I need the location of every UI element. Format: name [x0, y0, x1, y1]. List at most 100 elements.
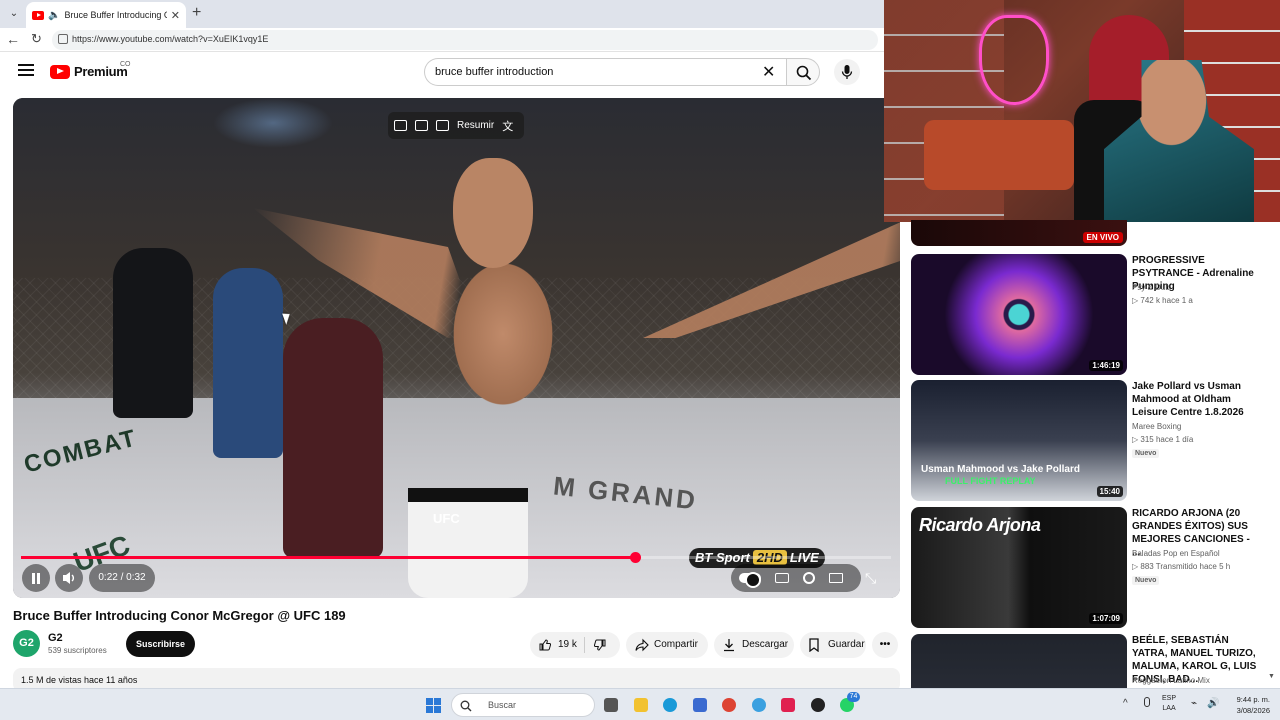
- chrome-icon[interactable]: [722, 698, 736, 712]
- new-badge: Nuevo: [1132, 576, 1160, 585]
- obs-icon[interactable]: [811, 698, 825, 712]
- url-text[interactable]: https://www.youtube.com/watch?v=XuEIK1vq…: [72, 34, 268, 44]
- voice-search-button[interactable]: [834, 59, 860, 85]
- search-icon: [460, 700, 472, 712]
- new-tab-plus-icon[interactable]: +: [192, 4, 201, 22]
- player-right-controls: [731, 564, 861, 592]
- like-count[interactable]: 19 k: [558, 632, 577, 658]
- volume-button[interactable]: [55, 564, 83, 592]
- recommendation-title[interactable]: Jake Pollard vs Usman Mahmood at Oldham …: [1132, 380, 1260, 419]
- tray-overflow-chevron-icon[interactable]: ^: [1123, 698, 1128, 709]
- taskbar-search[interactable]: Buscar: [451, 693, 595, 717]
- subscriber-count: 539 suscriptores: [48, 646, 107, 655]
- url-field[interactable]: https://www.youtube.com/watch?v=XuEIK1vq…: [52, 30, 878, 50]
- recommendation-channel[interactable]: Psy & Dub: [1132, 283, 1170, 292]
- tab-list-chevron-icon[interactable]: ⌄: [6, 6, 22, 22]
- hamburger-menu-icon[interactable]: [18, 64, 34, 78]
- windows-start-icon[interactable]: [426, 698, 441, 713]
- progress-bar[interactable]: [21, 552, 891, 563]
- search-input[interactable]: bruce buffer introduction: [424, 58, 786, 86]
- player-controls: 0:22 / 0:32 ⤡: [13, 564, 900, 594]
- recommendation-thumbnail[interactable]: 1:46:19: [911, 254, 1127, 375]
- network-icon[interactable]: ⌁: [1191, 698, 1197, 709]
- file-explorer-icon[interactable]: [634, 698, 648, 712]
- share-button[interactable]: Compartir: [626, 632, 708, 658]
- video-player[interactable]: COMBAT UFC M GRAND UFC BT Sport 2HD LIVE: [13, 98, 900, 598]
- search-query[interactable]: bruce buffer introduction: [435, 66, 553, 78]
- thumbs-down-icon[interactable]: [594, 639, 606, 651]
- pause-button[interactable]: [22, 564, 50, 592]
- recommendation-item[interactable]: 1:46:19 PROGRESSIVE PSYTRANCE - Adrenali…: [911, 254, 1261, 375]
- translate-icon[interactable]: 文: [502, 118, 513, 134]
- theater-mode-icon[interactable]: [829, 573, 843, 583]
- keyboard-language[interactable]: ESP LAA: [1162, 694, 1176, 714]
- recommendation-thumbnail[interactable]: Usman Mahmood vs Jake Pollard FULL FIGHT…: [911, 380, 1127, 501]
- download-button[interactable]: Descargar: [714, 632, 794, 658]
- thumbs-up-icon[interactable]: [539, 639, 551, 651]
- download-icon: [724, 639, 734, 652]
- recommendation-thumbnail[interactable]: Ricardo Arjona 1:07:09: [911, 507, 1127, 628]
- youtube-premium-logo[interactable]: Premium: [50, 64, 128, 79]
- edge-browser-icon[interactable]: [663, 698, 677, 712]
- webcam-neon-sign: [979, 15, 1049, 105]
- store-icon[interactable]: [693, 698, 707, 712]
- taskbar-clock[interactable]: 9:44 p. m. 3/08/2026: [1222, 694, 1270, 716]
- search-button[interactable]: [786, 58, 820, 86]
- recommendation-meta: ▷ 315 hace 1 día: [1132, 435, 1194, 444]
- recommendation-channel[interactable]: Reggaeton Latino Mix: [1132, 676, 1210, 685]
- recommendation-thumbnail[interactable]: [911, 634, 1127, 688]
- settings-gear-icon[interactable]: [803, 572, 815, 584]
- subscribe-button[interactable]: Suscribirse: [126, 631, 195, 657]
- cast-icon[interactable]: [415, 120, 428, 131]
- recommendation-item[interactable]: BEÉLE, SEBASTIÁN YATRA, MANUEL TURIZO, M…: [911, 634, 1261, 688]
- video-frame-fighter-head: [453, 158, 533, 268]
- region-code: CO: [120, 61, 131, 68]
- more-actions-button[interactable]: •••: [872, 632, 898, 658]
- save-button[interactable]: Guardar: [800, 632, 866, 658]
- fullscreen-icon[interactable]: ⤡: [865, 570, 876, 587]
- recommendation-thumbnail[interactable]: EN VIVO: [911, 220, 1127, 246]
- recommendation-item[interactable]: EN VIVO: [911, 220, 1261, 248]
- summary-icon[interactable]: [436, 120, 449, 131]
- task-view-icon[interactable]: [604, 698, 618, 712]
- browser-tab-active[interactable]: 🔈 Bruce Buffer Introducing Conor McGrego…: [26, 2, 186, 28]
- tab-close-icon[interactable]: ✕: [171, 9, 180, 22]
- share-label: Compartir: [654, 639, 698, 650]
- webcam-couch: [924, 120, 1074, 190]
- recommendation-meta: ▷ 883 Transmitido hace 5 h: [1132, 562, 1231, 571]
- video-frame-lights: [213, 98, 333, 148]
- recommendation-item[interactable]: Ricardo Arjona 1:07:09 RICARDO ARJONA (2…: [911, 507, 1261, 628]
- channel-name[interactable]: G2: [48, 632, 63, 644]
- new-badge: Nuevo: [1132, 449, 1160, 458]
- reload-icon[interactable]: ↻: [31, 31, 42, 47]
- tab-audio-icon[interactable]: 🔈: [48, 10, 60, 21]
- recommendation-item[interactable]: Usman Mahmood vs Jake Pollard FULL FIGHT…: [911, 380, 1261, 501]
- windows-taskbar: Buscar 74 ^ ESP LAA ⌁ 🔊 9:44 p. m. 3/08/20…: [0, 688, 1280, 720]
- capcut-icon[interactable]: [781, 698, 795, 712]
- clock-time: 9:44 p. m.: [1236, 695, 1270, 704]
- summary-button[interactable]: Resumir: [457, 120, 494, 131]
- recommendation-channel[interactable]: Maree Boxing: [1132, 422, 1181, 431]
- video-title: Bruce Buffer Introducing Conor McGregor …: [13, 608, 346, 623]
- thumbnail-text: Usman Mahmood vs Jake Pollard: [921, 464, 1080, 475]
- speaker-icon[interactable]: 🔊: [1207, 698, 1219, 709]
- scroll-down-arrow-icon[interactable]: ▼: [1268, 673, 1275, 680]
- subtitles-icon[interactable]: [775, 573, 789, 583]
- thumbnail-text: Ricardo Arjona: [919, 515, 1041, 535]
- search-icon: [796, 65, 812, 81]
- video-frame-official: [113, 248, 193, 418]
- microphone-tray-icon[interactable]: [1144, 697, 1150, 707]
- duration-badge: 15:40: [1096, 486, 1123, 497]
- picture-in-picture-icon[interactable]: [394, 120, 407, 131]
- tab-title: Bruce Buffer Introducing Conor McGregor: [64, 10, 166, 20]
- clock-date: 3/08/2026: [1236, 706, 1270, 715]
- bookmark-icon: [809, 638, 819, 652]
- site-info-icon[interactable]: [58, 34, 68, 44]
- telegram-icon[interactable]: [752, 698, 766, 712]
- recommendation-channel[interactable]: Baladas Pop en Español: [1132, 549, 1220, 558]
- back-arrow-icon[interactable]: ←: [6, 31, 20, 47]
- channel-avatar[interactable]: G2: [13, 630, 40, 657]
- clear-search-icon[interactable]: ✕: [762, 62, 775, 82]
- autoplay-toggle[interactable]: [739, 572, 761, 588]
- thumbnail-subtext: FULL FIGHT REPLAY: [945, 476, 1036, 486]
